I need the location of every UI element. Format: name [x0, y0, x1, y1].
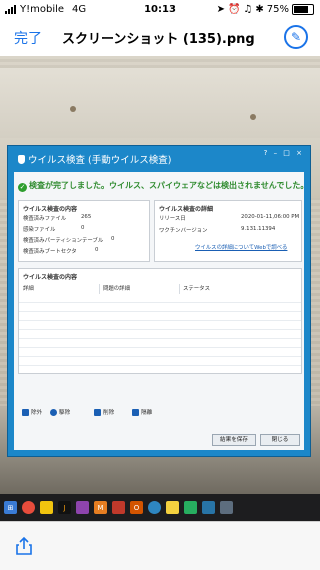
result-banner: ✓ 検査が完了しました。ウイルス、スパイウェアなどは検出されませんでした。: [18, 180, 308, 192]
window-controls[interactable]: ? – □ ×: [264, 149, 304, 157]
panel-heading: ウイルス検査の内容: [23, 206, 78, 213]
bluetooth-icon: ✱: [255, 4, 264, 15]
photo-view[interactable]: ウイルス検査 (手動ウイルス検査) ? – □ × ✓ 検査が完了しました。ウイル…: [0, 56, 320, 521]
wood-panel: [0, 68, 320, 138]
outlook-icon[interactable]: M: [94, 501, 107, 514]
row-label: 検査済みファイル: [23, 216, 67, 222]
quarantine-icon: [132, 408, 139, 416]
panel-heading: ウイルス検査の内容: [23, 274, 78, 281]
edge-icon[interactable]: [148, 501, 161, 514]
markup-pen-icon[interactable]: ✎: [284, 25, 308, 49]
dialog-title: ウイルス検査 (手動ウイルス検査): [18, 152, 171, 166]
row-label: 検査済みパーティションテーブル: [23, 238, 104, 244]
status-bar: Y!mobile 4G 10:13 ➤ ⏰ ♫ ✱ 75%: [0, 0, 320, 20]
row-value: 0: [95, 247, 99, 253]
alarm-icon: ⏰: [227, 4, 241, 15]
java-icon[interactable]: J: [58, 501, 71, 514]
done-button[interactable]: 完了: [14, 28, 42, 48]
save-results-button[interactable]: 結果を保存: [212, 434, 256, 446]
row-value: 0: [111, 236, 115, 242]
office-icon[interactable]: O: [130, 501, 143, 514]
action-label: 削除: [103, 410, 115, 416]
headphones-icon: ♫: [243, 4, 253, 15]
exclude-button[interactable]: 除外: [22, 408, 42, 416]
close-button[interactable]: 閉じる: [260, 434, 300, 446]
action-label: 除外: [31, 410, 43, 416]
row-value: 2020-01-11,06:00 PM: [241, 214, 300, 220]
dialog-title-text: ウイルス検査 (手動ウイルス検査): [28, 155, 172, 166]
row-value: 9.131.11394: [241, 226, 276, 232]
check-icon: ✓: [18, 183, 27, 192]
column-header[interactable]: 詳細: [23, 284, 34, 292]
folder-icon[interactable]: [166, 501, 179, 514]
app-icon[interactable]: [220, 501, 233, 514]
column-header[interactable]: 問題の詳細: [103, 284, 130, 292]
plus-icon: [50, 408, 57, 416]
wood-knot: [250, 114, 256, 120]
share-icon[interactable]: [14, 536, 34, 556]
column-header[interactable]: ステータス: [183, 284, 210, 292]
results-panel: ウイルス検査の内容 詳細 問題の詳細 ステータス: [18, 268, 302, 374]
shield-icon[interactable]: [202, 501, 215, 514]
results-table[interactable]: 詳細 問題の詳細 ステータス: [19, 284, 301, 372]
battery-icon: [292, 4, 314, 15]
location-icon: ➤: [216, 4, 225, 15]
navigation-bar: 完了 スクリーンショット (135).png ✎: [0, 20, 320, 54]
status-right: ➤ ⏰ ♫ ✱ 75%: [217, 4, 314, 15]
file-title: スクリーンショット (135).png: [62, 32, 255, 47]
row-label: 検査済みブートセクタ: [23, 249, 77, 255]
shield-icon: [18, 155, 25, 164]
windows-taskbar: ⊞ J M O: [0, 494, 320, 521]
disinfect-button[interactable]: 駆除: [50, 408, 70, 416]
action-label: 駆除: [59, 410, 71, 416]
windows-icon[interactable]: ⊞: [4, 501, 17, 514]
row-label: リリース日: [159, 216, 186, 222]
wood-knot: [70, 106, 76, 112]
chrome-icon[interactable]: [22, 501, 35, 514]
app-icon[interactable]: [76, 501, 89, 514]
exclude-icon: [22, 408, 29, 416]
result-text: 検査が完了しました。ウイルス、スパイウェアなどは検出されませんでした。: [29, 181, 309, 190]
action-label: 隔離: [141, 410, 153, 416]
record-icon[interactable]: [112, 501, 125, 514]
web-details-link[interactable]: ウイルスの詳細についてWebで調べる: [195, 243, 287, 251]
files-icon[interactable]: [40, 501, 53, 514]
bottom-toolbar: [0, 521, 320, 570]
scan-contents-panel: ウイルス検査の内容 検査済みファイル 265 感染ファイル 0 検査済みパーティ…: [18, 200, 150, 262]
row-label: 感染ファイル: [23, 227, 56, 233]
panel-heading: ウイルス検査の詳細: [159, 206, 214, 213]
table-rows: [19, 294, 301, 372]
row-value: 0: [81, 225, 85, 231]
delete-button[interactable]: 削除: [94, 408, 114, 416]
delete-icon: [94, 408, 101, 416]
scan-details-panel: ウイルス検査の詳細 リリース日 2020-01-11,06:00 PM ワクチン…: [154, 200, 302, 262]
row-label: ワクチンバージョン: [159, 228, 208, 234]
quarantine-button[interactable]: 隔離: [132, 408, 152, 416]
app-icon[interactable]: [184, 501, 197, 514]
battery-percent: 75%: [266, 4, 289, 15]
dialog-body: ✓ 検査が完了しました。ウイルス、スパイウェアなどは検出されませんでした。 ウイル…: [14, 172, 308, 450]
row-value: 265: [81, 214, 92, 220]
virus-scan-dialog: ウイルス検査 (手動ウイルス検査) ? – □ × ✓ 検査が完了しました。ウイル…: [8, 146, 310, 456]
